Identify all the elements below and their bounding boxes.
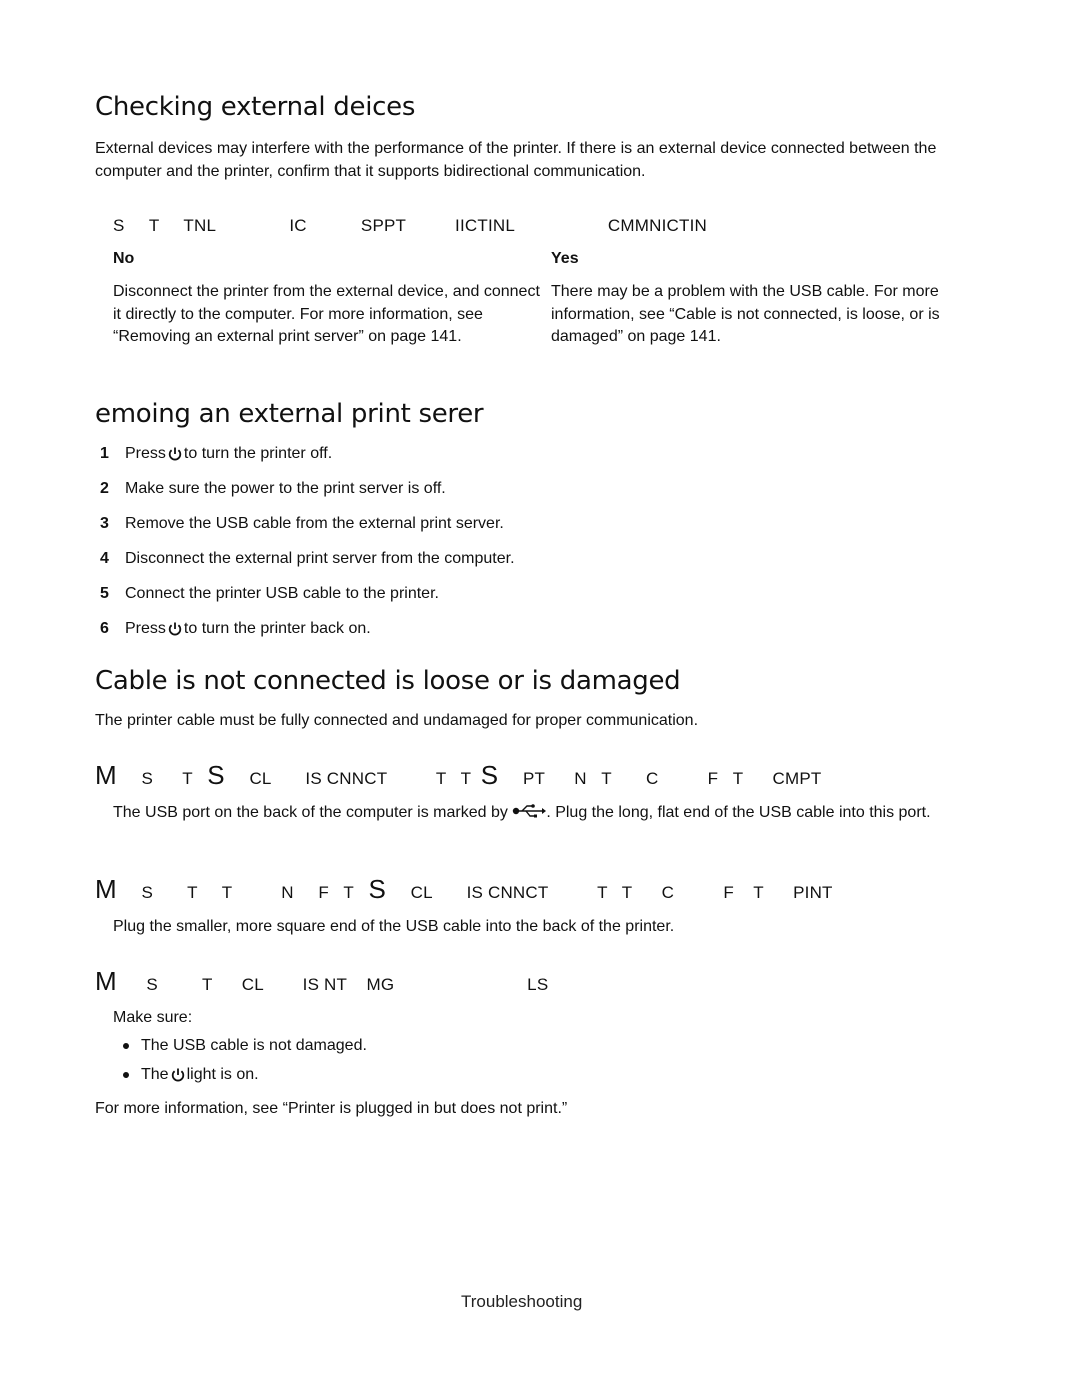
check-text-before: The USB port on the back of the computer…: [113, 804, 508, 821]
list-item: 3 Remove the USB cable from the external…: [100, 513, 515, 535]
check-heading-initial: S: [480, 760, 499, 790]
section-intro: The printer cable must be fully connecte…: [95, 712, 699, 729]
list-item: 1 Press to turn the printer off.: [100, 443, 515, 465]
check-heading-initial: M: [95, 760, 117, 790]
page-footer-label: Troubleshooting: [461, 1292, 583, 1311]
step-text: Make sure the power to the print server …: [125, 479, 446, 497]
check-heading-initial: M: [95, 874, 117, 904]
check-heading-part: CL IS CNNCT T T C F T PINT: [386, 883, 833, 902]
check-text-after: . Plug the long, flat end of the USB cab…: [546, 804, 931, 821]
check-heading-computer-port: M S T S CL IS CNNCT T T S PT N T C F T C…: [95, 760, 822, 791]
step-text: Press: [125, 619, 166, 637]
check-text-printer-port: Plug the smaller, more square end of the…: [113, 918, 675, 935]
check-heading-initial: M: [95, 966, 117, 996]
check-heading-part: S T T N F T: [116, 883, 369, 902]
table-header-no: No: [113, 250, 135, 267]
make-sure-label: Make sure:: [113, 1009, 193, 1026]
check-heading-initial: S: [368, 874, 386, 904]
bullet-dot: [123, 1043, 129, 1049]
list-item: 4 Disconnect the external print server f…: [100, 548, 515, 570]
usb-icon: [513, 804, 547, 818]
step-number: 1: [100, 444, 109, 462]
check-heading-part: S T: [116, 769, 208, 788]
section-title-removing-print-server: emoing an external print serer: [95, 399, 484, 429]
section-title-checking-external-devices: Checking external deices: [95, 92, 416, 122]
table-cell-no: Disconnect the printer from the external…: [113, 283, 540, 345]
steps-list: 1 Press to turn the printer off. 2 Make …: [100, 443, 515, 640]
step-text: Disconnect the external print server fro…: [125, 549, 515, 567]
table-header-yes: Yes: [551, 250, 579, 267]
check-text-computer-port: The USB port on the back of the computer…: [113, 802, 983, 825]
bullet-text-after: light is on.: [186, 1065, 259, 1083]
bullet-text: The: [141, 1065, 169, 1083]
power-icon: [171, 1068, 184, 1082]
power-icon: [168, 447, 182, 461]
list-item: 6 Press to turn the printer back on.: [100, 618, 515, 640]
list-item: 2 Make sure the power to the print serve…: [100, 478, 515, 500]
check-heading-part: PT N T C F T CMPT: [498, 769, 822, 788]
list-item: The light is on.: [113, 1064, 367, 1086]
step-text-after: to turn the printer back on.: [183, 619, 371, 637]
check-heading-initial: S: [207, 760, 225, 790]
step-text-after: to turn the printer off.: [183, 444, 333, 462]
step-number: 6: [100, 619, 109, 637]
step-text: Connect the printer USB cable to the pri…: [125, 584, 439, 602]
more-info-text: For more information, see “Printer is pl…: [95, 1100, 568, 1117]
check-heading-cable-damaged: M S T CL IS NT MG LS: [95, 966, 548, 997]
section-title-cable-not-connected: Cable is not connected is loose or is da…: [95, 666, 681, 696]
step-number: 4: [100, 549, 109, 567]
power-icon: [168, 622, 182, 636]
step-number: 3: [100, 514, 109, 532]
check-heading-part: CL IS CNNCT T T: [224, 769, 481, 788]
check-heading-part: S T CL IS NT MG LS: [116, 975, 549, 994]
step-number: 5: [100, 584, 109, 602]
step-text: Remove the USB cable from the external p…: [125, 514, 504, 532]
bullet-text: The USB cable is not damaged.: [141, 1036, 367, 1054]
bullet-list: The USB cable is not damaged. The light …: [113, 1035, 367, 1086]
table-cell-yes: There may be a problem with the USB cabl…: [551, 283, 940, 345]
check-heading-printer-port: M S T T N F T S CL IS CNNCT T T C F T PI…: [95, 874, 833, 905]
list-item: The USB cable is not damaged.: [113, 1035, 367, 1057]
question-heading: S T TNL IC SPPT IICTINL CMMNICTIN: [113, 216, 707, 235]
section-intro: External devices may interfere with the …: [95, 140, 937, 180]
bullet-dot: [123, 1072, 129, 1078]
step-number: 2: [100, 479, 109, 497]
list-item: 5 Connect the printer USB cable to the p…: [100, 583, 515, 605]
step-text: Press: [125, 444, 166, 462]
